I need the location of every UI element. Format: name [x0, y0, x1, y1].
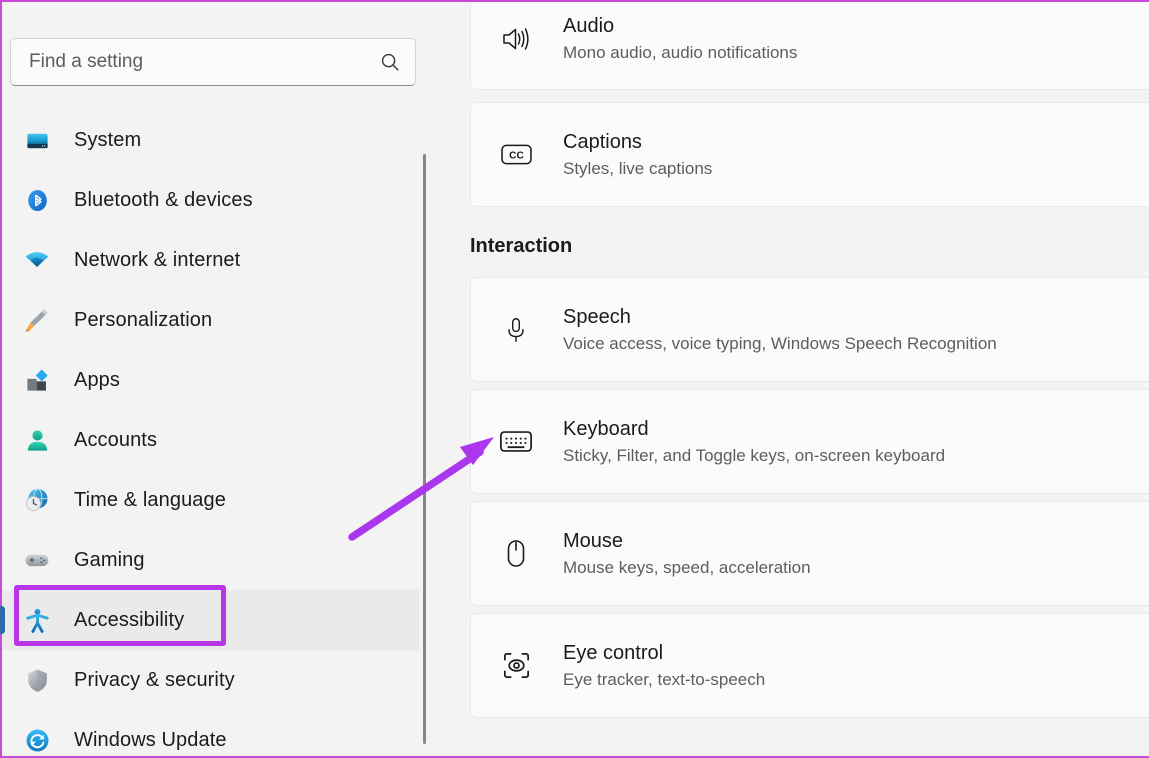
wifi-icon	[22, 245, 52, 275]
settings-card-audio[interactable]: Audio Mono audio, audio notifications	[470, 2, 1149, 90]
sidebar-item-label: Bluetooth & devices	[74, 189, 253, 212]
card-subtitle: Styles, live captions	[563, 157, 712, 181]
sidebar-item-apps[interactable]: Apps	[2, 350, 419, 410]
card-subtitle: Mono audio, audio notifications	[563, 41, 797, 65]
eye-control-icon	[499, 649, 533, 683]
search-input[interactable]	[29, 51, 379, 73]
gamepad-icon	[22, 545, 52, 575]
speaker-icon	[499, 22, 533, 56]
sidebar-item-label: Time & language	[74, 489, 226, 512]
settings-window: System Bluetooth & devices	[0, 0, 1149, 758]
sidebar-item-system[interactable]: System	[2, 110, 419, 170]
card-title: Eye control	[563, 640, 765, 666]
person-icon	[22, 425, 52, 455]
settings-card-keyboard[interactable]: Keyboard Sticky, Filter, and Toggle keys…	[470, 389, 1149, 494]
sidebar: System Bluetooth & devices	[2, 2, 419, 756]
card-title: Speech	[563, 304, 997, 330]
mouse-icon	[499, 537, 533, 571]
settings-card-mouse[interactable]: Mouse Mouse keys, speed, acceleration	[470, 501, 1149, 606]
card-subtitle: Eye tracker, text-to-speech	[563, 668, 765, 692]
sidebar-item-time-language[interactable]: Time & language	[2, 470, 419, 530]
sidebar-item-personalization[interactable]: Personalization	[2, 290, 419, 350]
search-box[interactable]	[10, 38, 416, 86]
search-field-wrapper	[10, 38, 416, 86]
clock-globe-icon	[22, 485, 52, 515]
svg-text:CC: CC	[509, 150, 524, 161]
settings-card-captions[interactable]: CC Captions Styles, live captions	[470, 102, 1149, 207]
sidebar-item-label: Privacy & security	[74, 669, 235, 692]
accessibility-icon	[22, 605, 52, 635]
sidebar-item-label: Apps	[74, 369, 120, 392]
card-title: Keyboard	[563, 416, 945, 442]
card-title: Mouse	[563, 528, 811, 554]
settings-card-eye-control[interactable]: Eye control Eye tracker, text-to-speech	[470, 613, 1149, 718]
shield-icon	[22, 665, 52, 695]
keyboard-icon	[499, 425, 533, 459]
card-subtitle: Voice access, voice typing, Windows Spee…	[563, 332, 997, 356]
sidebar-scrollbar-thumb[interactable]	[423, 154, 426, 744]
section-header-interaction: Interaction	[470, 235, 572, 258]
monitor-icon	[22, 125, 52, 155]
microphone-icon	[499, 313, 533, 347]
sidebar-item-network-internet[interactable]: Network & internet	[2, 230, 419, 290]
sidebar-item-gaming[interactable]: Gaming	[2, 530, 419, 590]
card-title: Captions	[563, 129, 712, 155]
sidebar-item-label: System	[74, 129, 141, 152]
sidebar-item-label: Windows Update	[74, 729, 227, 752]
card-subtitle: Sticky, Filter, and Toggle keys, on-scre…	[563, 444, 945, 468]
card-title: Audio	[563, 13, 797, 39]
sidebar-scrollbar[interactable]	[420, 2, 430, 756]
sidebar-item-accounts[interactable]: Accounts	[2, 410, 419, 470]
paintbrush-icon	[22, 305, 52, 335]
sidebar-item-label: Gaming	[74, 549, 145, 572]
sidebar-item-bluetooth-devices[interactable]: Bluetooth & devices	[2, 170, 419, 230]
search-icon[interactable]	[379, 51, 401, 73]
bluetooth-icon	[22, 185, 52, 215]
card-subtitle: Mouse keys, speed, acceleration	[563, 556, 811, 580]
sidebar-item-label: Network & internet	[74, 249, 240, 272]
sidebar-nav-list: System Bluetooth & devices	[2, 110, 419, 758]
sidebar-item-accessibility[interactable]: Accessibility	[2, 590, 419, 650]
settings-card-speech[interactable]: Speech Voice access, voice typing, Windo…	[470, 277, 1149, 382]
update-icon	[22, 725, 52, 755]
sidebar-item-privacy-security[interactable]: Privacy & security	[2, 650, 419, 710]
sidebar-item-label: Accounts	[74, 429, 157, 452]
sidebar-item-windows-update[interactable]: Windows Update	[2, 710, 419, 758]
apps-icon	[22, 365, 52, 395]
sidebar-item-label: Personalization	[74, 309, 212, 332]
sidebar-item-label: Accessibility	[74, 609, 184, 632]
cc-icon: CC	[499, 138, 533, 172]
main-content: Audio Mono audio, audio notifications CC…	[432, 2, 1149, 756]
